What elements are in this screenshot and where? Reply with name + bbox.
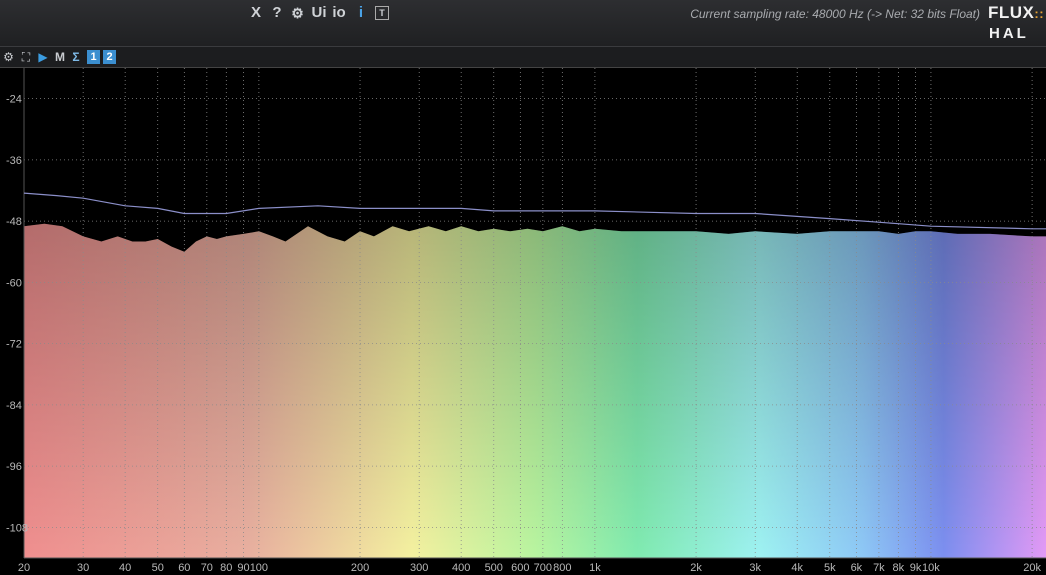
logo-dots-icon: ::: [1034, 6, 1045, 21]
y-tick-label: -84: [6, 400, 22, 412]
x-tick-label: 2k: [690, 562, 702, 574]
x-tick-label: 30: [77, 562, 89, 574]
m-button[interactable]: M: [53, 50, 67, 64]
gear-icon[interactable]: ⚙: [1, 50, 16, 64]
x-tick-label: 300: [410, 562, 428, 574]
hal-logo: HAL: [989, 25, 1029, 42]
channel-1-button[interactable]: 1: [87, 50, 100, 64]
x-tick-label: 10k: [922, 562, 940, 574]
x-tick-label: 50: [152, 562, 164, 574]
x-tick-label: 20k: [1023, 562, 1041, 574]
info-button[interactable]: i: [356, 4, 366, 22]
x-tick-label: 5k: [824, 562, 836, 574]
x-tick-label: 100: [250, 562, 268, 574]
x-tick-label: 90: [237, 562, 249, 574]
x-tick-label: 4k: [791, 562, 803, 574]
y-tick-label: -108: [6, 522, 28, 534]
x-tick-label: 8k: [893, 562, 905, 574]
flux-logo-text: FLUX: [988, 3, 1035, 22]
text-icon[interactable]: T: [375, 6, 389, 20]
settings-icon[interactable]: ⚙: [289, 4, 306, 22]
x-tick-label: 1k: [589, 562, 601, 574]
x-tick-label: 3k: [749, 562, 761, 574]
flux-logo: FLUX::: [988, 3, 1044, 23]
x-tick-label: 400: [452, 562, 470, 574]
y-tick-label: -96: [6, 461, 22, 473]
x-tick-label: 60: [178, 562, 190, 574]
io-button[interactable]: io: [330, 4, 348, 22]
x-tick-label: 40: [119, 562, 131, 574]
top-toolbar: X ? ⚙ Ui io i T Current sampling rate: 4…: [0, 0, 1046, 47]
x-tick-label: 200: [351, 562, 369, 574]
spectrum-analyzer-chart[interactable]: -24 -36 -48 -60 -72 -84 -96 -108 20 30 40 50 60 70 80 9…: [0, 68, 1046, 575]
x-tick-label: 9k: [910, 562, 922, 574]
sampling-rate-status: Current sampling rate: 48000 Hz (-> Net:…: [690, 7, 980, 21]
help-button[interactable]: ?: [270, 4, 284, 22]
x-tick-label: 20: [18, 562, 30, 574]
x-tick-label: 80: [220, 562, 232, 574]
x-tick-label: 7k: [873, 562, 885, 574]
x-tick-label: 6k: [851, 562, 863, 574]
x-tick-label: 800: [553, 562, 571, 574]
channel-2-button[interactable]: 2: [103, 50, 116, 64]
x-tick-label: 500: [485, 562, 503, 574]
x-tick-label: 600: [511, 562, 529, 574]
y-tick-label: -72: [6, 339, 22, 351]
x-tick-label: 70: [201, 562, 213, 574]
close-button[interactable]: X: [249, 4, 263, 22]
y-tick-label: -24: [6, 94, 22, 106]
sum-button[interactable]: Σ: [70, 50, 82, 64]
expand-icon[interactable]: ⛶: [19, 50, 33, 64]
y-tick-label: -48: [6, 216, 22, 228]
y-tick-label: -36: [6, 155, 22, 167]
y-tick-label: -60: [6, 277, 22, 289]
ui-button[interactable]: Ui: [310, 4, 328, 22]
play-icon[interactable]: ▶: [37, 50, 49, 64]
analyzer-toolbar: ⚙ ⛶ ▶ M Σ 1 2: [0, 47, 1046, 68]
spectrum-shading: [24, 223, 1046, 558]
x-tick-label: 700: [534, 562, 552, 574]
